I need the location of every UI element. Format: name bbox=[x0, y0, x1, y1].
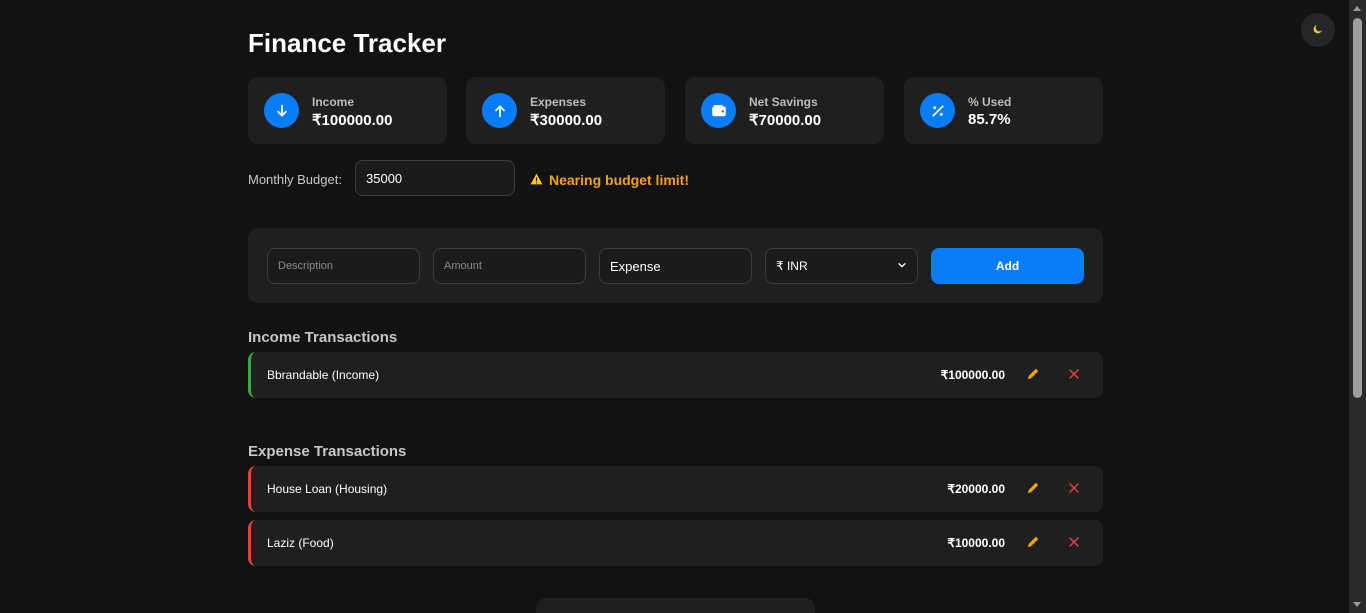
currency-select-value: ₹ INR bbox=[776, 259, 808, 273]
budget-label: Monthly Budget: bbox=[248, 172, 342, 187]
summary-label: Expenses bbox=[530, 95, 587, 109]
income-section-title: Income Transactions bbox=[248, 329, 398, 346]
summary-card-net-savings: Net Savings ₹70000.00 bbox=[685, 77, 884, 144]
summary-label: % Used bbox=[968, 95, 1012, 109]
summary-card-percent-used: % Used 85.7% bbox=[904, 77, 1103, 144]
monthly-budget-input[interactable] bbox=[355, 160, 515, 196]
summary-value: ₹100000.00 bbox=[312, 112, 393, 129]
warning-icon bbox=[530, 172, 543, 188]
theme-toggle-button[interactable] bbox=[1301, 13, 1335, 47]
chevron-down-icon bbox=[897, 259, 907, 273]
transaction-amount: ₹20000.00 bbox=[947, 482, 1005, 496]
moon-icon bbox=[1312, 23, 1324, 38]
arrow-down-icon bbox=[264, 93, 299, 128]
page: Finance Tracker Income ₹100000.00 Expens… bbox=[0, 0, 1366, 613]
pencil-icon bbox=[1026, 481, 1040, 498]
description-input[interactable] bbox=[267, 248, 420, 284]
summary-label: Income bbox=[312, 95, 355, 109]
delete-button[interactable] bbox=[1064, 479, 1084, 499]
edit-button[interactable] bbox=[1023, 479, 1043, 499]
arrow-up-icon bbox=[482, 93, 517, 128]
edit-button[interactable] bbox=[1023, 533, 1043, 553]
summary-value: 85.7% bbox=[968, 111, 1011, 128]
summary-value: ₹70000.00 bbox=[749, 112, 822, 129]
type-select-value: Expense bbox=[610, 258, 661, 274]
scrollbar-thumb[interactable] bbox=[1353, 18, 1362, 398]
budget-warning-text: Nearing budget limit! bbox=[549, 172, 689, 188]
scroll-up-arrow-icon[interactable] bbox=[1353, 6, 1361, 11]
delete-button[interactable] bbox=[1064, 533, 1084, 553]
type-select[interactable]: Expense bbox=[599, 248, 752, 284]
delete-button[interactable] bbox=[1064, 365, 1084, 385]
transaction-description: Laziz (Food) bbox=[267, 536, 334, 550]
pencil-icon bbox=[1026, 367, 1040, 384]
percent-icon bbox=[920, 93, 955, 128]
summary-card-expenses: Expenses ₹30000.00 bbox=[466, 77, 665, 144]
transaction-amount: ₹100000.00 bbox=[940, 368, 1005, 382]
expense-section-title: Expense Transactions bbox=[248, 443, 407, 460]
summary-label: Net Savings bbox=[749, 95, 818, 109]
summary-value: ₹30000.00 bbox=[530, 112, 603, 129]
transaction-description: Bbrandable (Income) bbox=[267, 368, 380, 382]
add-button[interactable]: Add bbox=[931, 248, 1084, 284]
summary-card-income: Income ₹100000.00 bbox=[248, 77, 447, 144]
chart-card bbox=[536, 598, 815, 613]
currency-select[interactable]: ₹ INR bbox=[765, 248, 918, 284]
scrollbar[interactable] bbox=[1349, 0, 1366, 613]
budget-warning: Nearing budget limit! bbox=[530, 172, 689, 188]
close-icon bbox=[1068, 536, 1080, 551]
pencil-icon bbox=[1026, 535, 1040, 552]
wallet-icon bbox=[701, 93, 736, 128]
amount-input[interactable] bbox=[433, 248, 586, 284]
expense-transaction-row: Laziz (Food) ₹10000.00 bbox=[248, 520, 1103, 566]
close-icon bbox=[1068, 482, 1080, 497]
close-icon bbox=[1068, 368, 1080, 383]
page-title: Finance Tracker bbox=[248, 28, 446, 58]
expense-transaction-row: House Loan (Housing) ₹20000.00 bbox=[248, 466, 1103, 512]
add-transaction-form: Expense ₹ INR Add bbox=[248, 228, 1103, 303]
scroll-down-arrow-icon[interactable] bbox=[1353, 602, 1361, 607]
income-transaction-row: Bbrandable (Income) ₹100000.00 bbox=[248, 352, 1103, 398]
transaction-description: House Loan (Housing) bbox=[267, 482, 388, 496]
transaction-amount: ₹10000.00 bbox=[947, 536, 1005, 550]
edit-button[interactable] bbox=[1023, 365, 1043, 385]
